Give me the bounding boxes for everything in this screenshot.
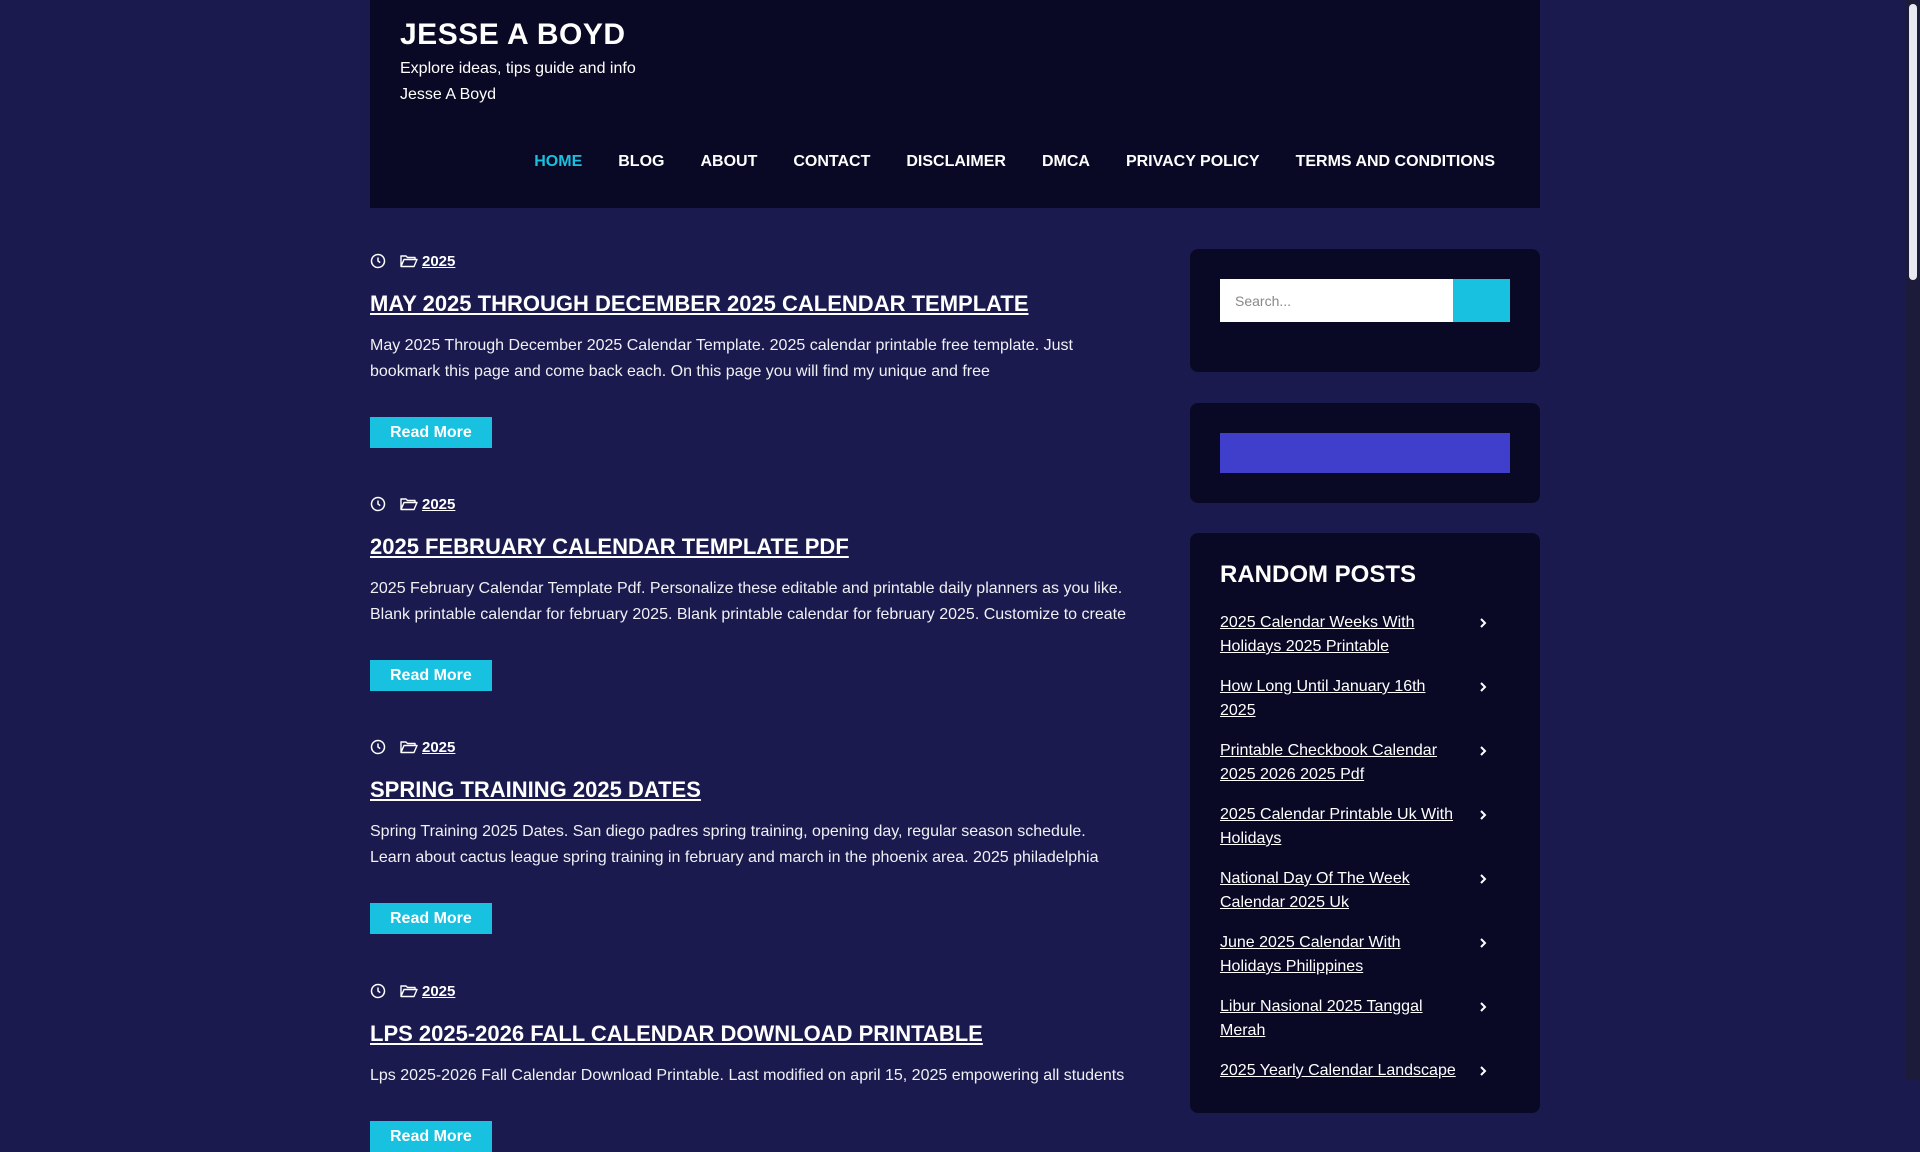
post-excerpt: 2025 February Calendar Template Pdf. Per… — [370, 580, 1126, 623]
post-meta: 2025 — [370, 737, 1130, 757]
site-header: JESSE A BOYD Explore ideas, tips guide a… — [370, 0, 1540, 208]
list-item: June 2025 Calendar With Holidays Philipp… — [1220, 931, 1510, 995]
clock-icon — [370, 253, 386, 269]
post-meta: 2025 — [370, 251, 1130, 271]
post-title-link[interactable]: 2025 FEBRUARY CALENDAR TEMPLATE PDF — [370, 534, 849, 559]
main-nav: HOME BLOG ABOUT CONTACT DISCLAIMER DMCA … — [498, 153, 1495, 171]
clock-icon — [370, 496, 386, 512]
post-title-link[interactable]: LPS 2025-2026 FALL CALENDAR DOWNLOAD PRI… — [370, 1021, 983, 1046]
banner-widget — [1190, 403, 1540, 503]
read-more-button[interactable]: Read More — [370, 660, 492, 691]
random-post-link[interactable]: 2025 Yearly Calendar Landscape — [1220, 1059, 1460, 1083]
post-excerpt: May 2025 Through December 2025 Calendar … — [370, 337, 1073, 380]
folder-icon — [400, 255, 418, 268]
list-item: National Day Of The Week Calendar 2025 U… — [1220, 867, 1510, 931]
search-input[interactable] — [1220, 279, 1453, 322]
nav-disclaimer[interactable]: DISCLAIMER — [906, 153, 1006, 171]
random-post-link[interactable]: Printable Checkbook Calendar 2025 2026 2… — [1220, 739, 1460, 787]
chevron-right-icon — [1480, 618, 1487, 628]
post-excerpt: Lps 2025-2026 Fall Calendar Download Pri… — [370, 1067, 1125, 1084]
post-meta: 2025 — [370, 494, 1130, 514]
folder-icon — [400, 985, 418, 998]
chevron-right-icon — [1480, 682, 1487, 692]
chevron-right-icon — [1480, 1002, 1487, 1012]
random-post-link[interactable]: National Day Of The Week Calendar 2025 U… — [1220, 867, 1460, 915]
random-post-link[interactable]: 2025 Calendar Printable Uk With Holidays — [1220, 803, 1460, 851]
chevron-right-icon — [1480, 810, 1487, 820]
post-category-link[interactable]: 2025 — [422, 496, 455, 513]
random-posts-title: RANDOM POSTS — [1220, 561, 1417, 588]
folder-icon — [400, 498, 418, 511]
random-posts-widget: RANDOM POSTS 2025 Calendar Weeks With Ho… — [1190, 533, 1540, 1113]
post-title-link[interactable]: MAY 2025 THROUGH DECEMBER 2025 CALENDAR … — [370, 291, 1029, 316]
nav-home[interactable]: HOME — [534, 153, 582, 171]
list-item: 2025 Calendar Printable Uk With Holidays — [1220, 803, 1510, 867]
random-post-link[interactable]: Libur Nasional 2025 Tanggal Merah — [1220, 995, 1460, 1043]
post-card: 2025 LPS 2025-2026 FALL CALENDAR DOWNLOA… — [370, 981, 1130, 1152]
search-button[interactable] — [1453, 279, 1510, 322]
post-card: 2025 SPRING TRAINING 2025 DATES Spring T… — [370, 737, 1130, 934]
list-item: How Long Until January 16th 2025 — [1220, 675, 1510, 739]
random-post-link[interactable]: How Long Until January 16th 2025 — [1220, 675, 1460, 723]
post-title-link[interactable]: SPRING TRAINING 2025 DATES — [370, 777, 701, 802]
chevron-right-icon — [1480, 938, 1487, 948]
list-item: Printable Checkbook Calendar 2025 2026 2… — [1220, 739, 1510, 803]
nav-contact[interactable]: CONTACT — [793, 153, 870, 171]
site-tagline: Explore ideas, tips guide and info — [400, 60, 636, 77]
site-title[interactable]: JESSE A BOYD — [400, 18, 626, 52]
random-post-link[interactable]: 2025 Calendar Weeks With Holidays 2025 P… — [1220, 611, 1460, 659]
chevron-right-icon — [1480, 874, 1487, 884]
search-widget — [1190, 249, 1540, 372]
read-more-button[interactable]: Read More — [370, 903, 492, 934]
banner-bar[interactable] — [1220, 433, 1510, 473]
list-item: 2025 Calendar Weeks With Holidays 2025 P… — [1220, 611, 1510, 675]
read-more-button[interactable]: Read More — [370, 1121, 492, 1152]
nav-terms[interactable]: TERMS AND CONDITIONS — [1296, 153, 1495, 171]
list-item: 2025 Yearly Calendar Landscape — [1220, 1059, 1510, 1123]
scrollbar-thumb[interactable] — [1909, 4, 1917, 280]
nav-about[interactable]: ABOUT — [700, 153, 757, 171]
chevron-right-icon — [1480, 1066, 1487, 1076]
site-description: Explore ideas, tips guide and info Jesse… — [400, 56, 636, 108]
post-card: 2025 2025 FEBRUARY CALENDAR TEMPLATE PDF… — [370, 494, 1130, 691]
nav-dmca[interactable]: DMCA — [1042, 153, 1090, 171]
site-author: Jesse A Boyd — [400, 86, 497, 103]
clock-icon — [370, 983, 386, 999]
clock-icon — [370, 739, 386, 755]
random-posts-list: 2025 Calendar Weeks With Holidays 2025 P… — [1220, 611, 1510, 1123]
post-excerpt: Spring Training 2025 Dates. San diego pa… — [370, 823, 1099, 866]
post-category-link[interactable]: 2025 — [422, 983, 455, 1000]
folder-icon — [400, 741, 418, 754]
nav-privacy-policy[interactable]: PRIVACY POLICY — [1126, 153, 1260, 171]
page-scrollbar[interactable] — [1906, 0, 1920, 1080]
nav-blog[interactable]: BLOG — [618, 153, 664, 171]
post-card: 2025 MAY 2025 THROUGH DECEMBER 2025 CALE… — [370, 251, 1130, 448]
read-more-button[interactable]: Read More — [370, 417, 492, 448]
post-category-link[interactable]: 2025 — [422, 253, 455, 270]
post-category-link[interactable]: 2025 — [422, 739, 455, 756]
random-post-link[interactable]: June 2025 Calendar With Holidays Philipp… — [1220, 931, 1460, 979]
chevron-right-icon — [1480, 746, 1487, 756]
list-item: Libur Nasional 2025 Tanggal Merah — [1220, 995, 1510, 1059]
post-meta: 2025 — [370, 981, 1130, 1001]
